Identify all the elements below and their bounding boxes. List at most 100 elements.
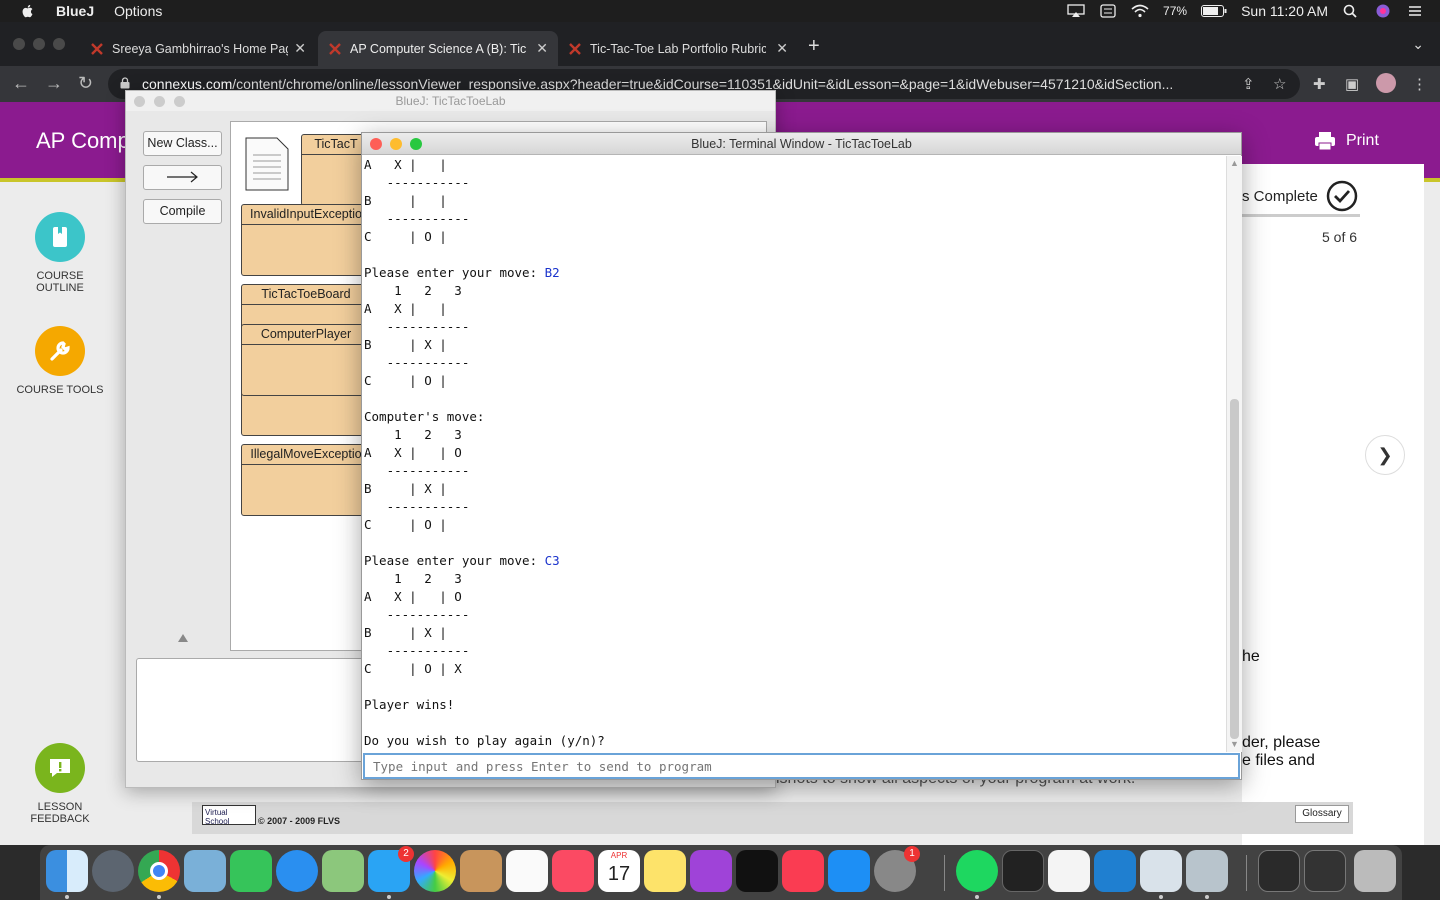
launchpad-icon[interactable] xyxy=(92,850,134,892)
facetime-icon[interactable] xyxy=(230,850,272,892)
terminal-app-icon[interactable] xyxy=(1002,850,1044,892)
minimized-window-icon[interactable] xyxy=(1258,850,1300,892)
terminal-input[interactable] xyxy=(363,753,1240,779)
new-tab-icon[interactable]: + xyxy=(808,35,820,58)
siri-icon[interactable] xyxy=(1374,4,1392,18)
class-illegal-move-exception[interactable]: IllegalMoveExceptio xyxy=(241,444,371,516)
bookmark-star-icon[interactable]: ☆ xyxy=(1273,75,1286,93)
apple-menu-icon[interactable] xyxy=(20,3,36,19)
system-preferences-badge: 1 xyxy=(904,846,920,862)
class-computer-player[interactable]: ComputerPlayer xyxy=(241,324,371,396)
apple-tv-icon[interactable] xyxy=(736,850,778,892)
bluej-icon[interactable] xyxy=(1140,850,1182,892)
menu-options[interactable]: Options xyxy=(114,3,162,19)
photos-icon[interactable] xyxy=(414,850,456,892)
new-class-button[interactable]: New Class... xyxy=(143,131,222,156)
terminal-title-bar: BlueJ: Terminal Window - TicTacToeLab xyxy=(362,133,1241,155)
window-zoom-dot[interactable] xyxy=(174,96,185,107)
scrollbar-thumb[interactable] xyxy=(1230,399,1239,739)
reload-icon[interactable]: ↻ xyxy=(78,73,93,94)
airplay-icon[interactable] xyxy=(1067,4,1085,18)
minimized-window-icon[interactable] xyxy=(1304,850,1346,892)
calendar-icon[interactable]: APR 17 xyxy=(598,850,640,892)
class-invalid-input-exception[interactable]: InvalidInputExceptio xyxy=(241,204,371,276)
contacts-icon[interactable] xyxy=(460,850,502,892)
tab-search-chevron-icon[interactable]: ⌄ xyxy=(1412,36,1424,53)
terminal-line-text: A X | | xyxy=(364,301,447,316)
safari-icon[interactable] xyxy=(276,850,318,892)
terminal-line-text: ----------- xyxy=(364,355,470,370)
notes-icon[interactable] xyxy=(644,850,686,892)
terminal-line-text: C | O | xyxy=(364,517,447,532)
menu-clock[interactable]: Sun 11:20 AM xyxy=(1241,3,1328,19)
back-icon[interactable]: ← xyxy=(12,73,30,94)
control-center-icon[interactable] xyxy=(1406,4,1424,18)
menu-extra-icon[interactable] xyxy=(1099,4,1117,18)
readme-document-icon[interactable] xyxy=(245,137,289,191)
chrome-menu-icon[interactable]: ⋮ xyxy=(1412,75,1427,93)
terminal-line: 1 2 3 xyxy=(362,282,1226,300)
lesson-feedback-link[interactable]: LESSON FEEDBACK xyxy=(0,743,120,825)
extensions-puzzle-icon[interactable]: ✚ xyxy=(1313,75,1326,93)
terminal-output[interactable]: A X | | ----------- B | | ----------- C | … xyxy=(362,156,1226,752)
print-button[interactable]: Print xyxy=(1314,131,1379,151)
terminal-minimize-button[interactable] xyxy=(390,138,402,150)
forward-icon[interactable]: → xyxy=(45,73,63,94)
tab-ap-computer-science[interactable]: AP Computer Science A (B): Tic ✕ xyxy=(318,31,558,66)
flvs-logo-text: Virtual School xyxy=(205,808,230,826)
course-outline-label-1: COURSE xyxy=(36,270,84,282)
compile-button[interactable]: Compile xyxy=(143,199,222,224)
running-indicator xyxy=(1205,895,1209,899)
messages-icon[interactable]: 2 xyxy=(368,846,414,892)
terminal-line-text: B | X | xyxy=(364,625,447,640)
battery-icon[interactable] xyxy=(1201,5,1227,17)
terminal-close-button[interactable] xyxy=(370,138,382,150)
podcasts-icon[interactable] xyxy=(690,850,732,892)
browser-minimize-dot[interactable] xyxy=(33,38,45,50)
tab-rubric[interactable]: Tic-Tac-Toe Lab Portfolio Rubric ✕ xyxy=(558,31,798,66)
vscode-icon[interactable] xyxy=(1094,850,1136,892)
textedit-icon[interactable] xyxy=(1048,850,1090,892)
news-icon[interactable] xyxy=(782,850,824,892)
tab-close-icon[interactable]: ✕ xyxy=(294,40,306,57)
window-minimize-dot[interactable] xyxy=(154,96,165,107)
profile-avatar[interactable] xyxy=(1376,73,1396,93)
spotify-icon[interactable] xyxy=(956,850,998,892)
app-menu-bluej[interactable]: BlueJ xyxy=(56,3,94,19)
course-tools-link[interactable]: COURSE TOOLS xyxy=(0,326,120,396)
terminal-line: Do you wish to play again (y/n)? xyxy=(362,732,1226,750)
window-close-dot[interactable] xyxy=(134,96,145,107)
object-bench-toggle-icon[interactable] xyxy=(178,634,188,642)
trash-icon[interactable] xyxy=(1354,850,1396,892)
preview-icon[interactable] xyxy=(184,850,226,892)
wifi-icon[interactable] xyxy=(1131,4,1149,18)
terminal-line-text: 1 2 3 xyxy=(364,571,462,586)
tab-close-icon[interactable]: ✕ xyxy=(536,40,548,57)
course-outline-link[interactable]: COURSE OUTLINE xyxy=(0,212,120,294)
app-store-icon[interactable] xyxy=(828,850,870,892)
bluej-alt-icon[interactable] xyxy=(1186,850,1228,892)
terminal-scrollbar[interactable]: ▲ ▼ xyxy=(1226,156,1242,752)
system-preferences-icon[interactable]: 1 xyxy=(874,846,920,892)
terminal-zoom-button[interactable] xyxy=(410,138,422,150)
browser-zoom-dot[interactable] xyxy=(53,38,65,50)
share-icon[interactable]: ⇪ xyxy=(1242,75,1255,93)
spotlight-search-icon[interactable] xyxy=(1342,4,1360,18)
tab-home-page[interactable]: Sreeya Gambhirrao's Home Page ✕ xyxy=(80,31,316,66)
reminders-icon[interactable] xyxy=(506,850,548,892)
browser-close-dot[interactable] xyxy=(13,38,25,50)
music-icon[interactable] xyxy=(552,850,594,892)
scroll-down-icon[interactable]: ▼ xyxy=(1230,739,1239,749)
scroll-up-icon[interactable]: ▲ xyxy=(1230,158,1239,168)
finder-icon[interactable] xyxy=(46,850,88,892)
maps-icon[interactable] xyxy=(322,850,364,892)
lock-icon[interactable] xyxy=(120,77,130,89)
terminal-line: ----------- xyxy=(362,174,1226,192)
glossary-button[interactable]: Glossary xyxy=(1295,805,1349,823)
uses-arrow-button[interactable] xyxy=(143,165,222,190)
next-page-button[interactable]: ❯ xyxy=(1365,435,1405,475)
mark-complete-button[interactable]: s Complete xyxy=(1242,180,1358,212)
side-panel-icon[interactable]: ▣ xyxy=(1345,75,1359,93)
chrome-icon[interactable] xyxy=(138,850,180,892)
tab-close-icon[interactable]: ✕ xyxy=(776,40,788,57)
